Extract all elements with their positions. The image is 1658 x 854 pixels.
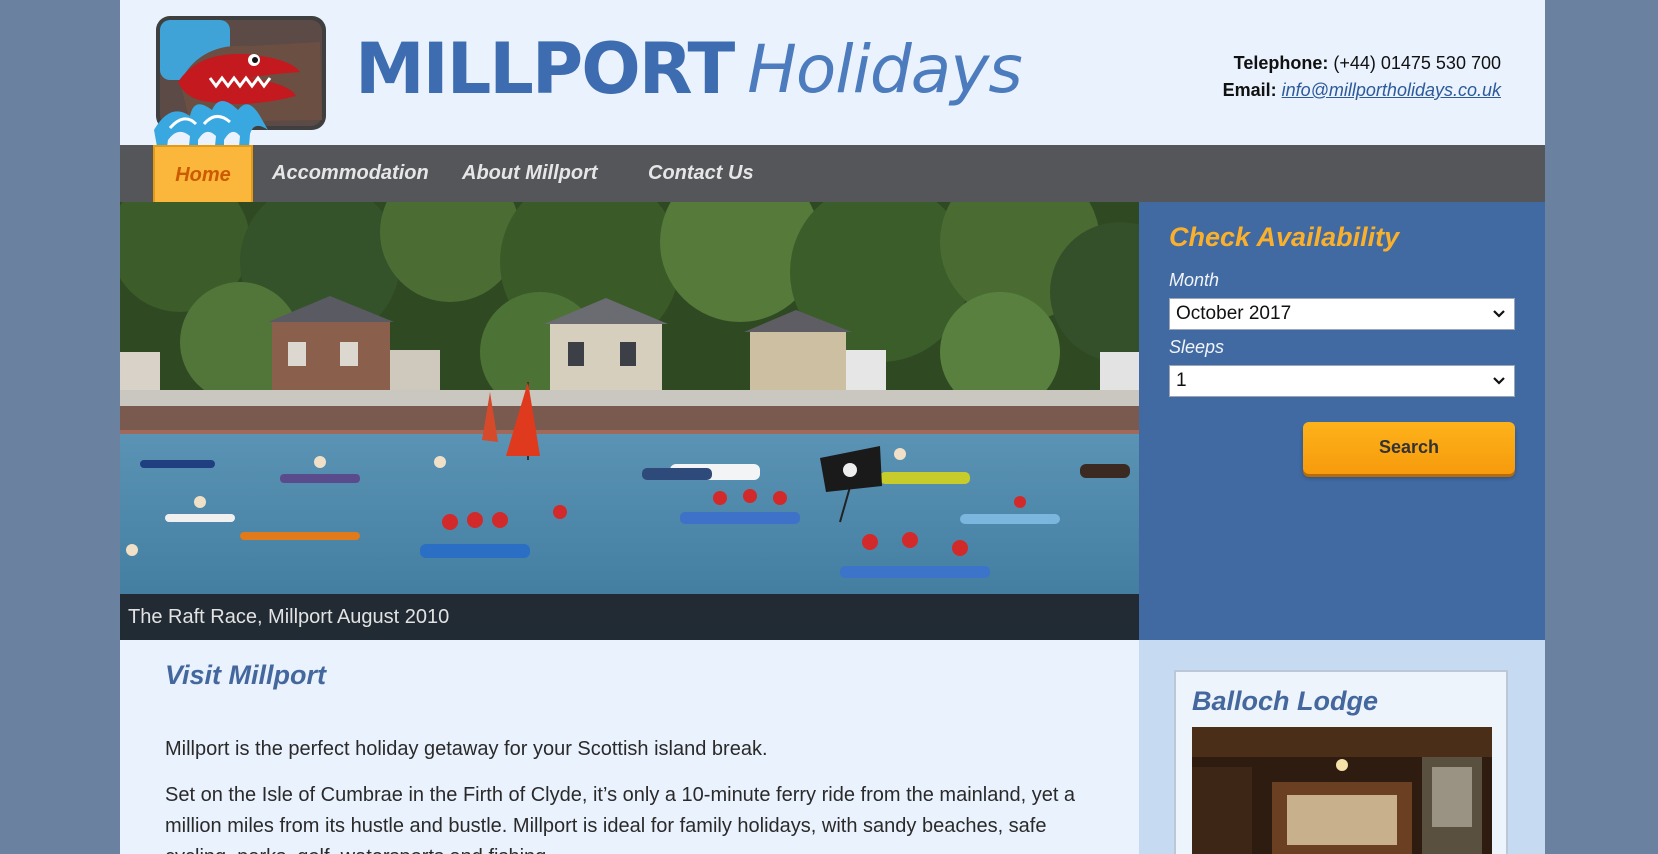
email-line: Email: info@millportholidays.co.uk [1223, 77, 1501, 104]
main-content: Visit Millport Millport is the perfect h… [165, 660, 1095, 854]
chevron-down-icon [1493, 377, 1505, 385]
brand-name-light: Holidays [747, 30, 1022, 108]
chevron-down-icon [1493, 310, 1505, 318]
availability-panel: Check Availability Month October 2017 Sl… [1139, 202, 1545, 640]
sleeps-label: Sleeps [1169, 337, 1225, 357]
page-container: MILLPORT Holidays Telephone: (+44) 01475 … [120, 0, 1545, 854]
month-label: Month [1169, 270, 1220, 290]
lodge-title[interactable]: Balloch Lodge [1192, 686, 1378, 717]
intro-paragraph: Millport is the perfect holiday getaway … [165, 738, 768, 760]
nav-item-about-millport[interactable]: About Millport [442, 145, 618, 202]
lodge-photo[interactable] [1192, 727, 1492, 854]
contact-details: Telephone: (+44) 01475 530 700 Email: in… [1223, 50, 1501, 104]
search-button[interactable]: Search [1303, 422, 1515, 474]
site-header: MILLPORT Holidays Telephone: (+44) 01475 … [120, 0, 1545, 160]
phone-value: (+44) 01475 530 700 [1333, 53, 1501, 73]
content-heading: Visit Millport [165, 660, 326, 690]
raft-race-photo [120, 202, 1139, 640]
crocodile-rock-icon[interactable] [150, 12, 332, 160]
brand-name-bold: MILLPORT [355, 28, 735, 110]
sidebar: Balloch Lodge [1139, 640, 1545, 854]
sleeps-select-value: 1 [1176, 370, 1187, 391]
availability-title: Check Availability [1169, 222, 1400, 252]
nav-item-accommodation[interactable]: Accommodation [252, 145, 449, 202]
email-link[interactable]: info@millportholidays.co.uk [1282, 80, 1501, 100]
hero-caption: The Raft Race, Millport August 2010 [120, 594, 1139, 640]
phone-label: Telephone: [1233, 53, 1329, 73]
nav-item-contact-us[interactable]: Contact Us [628, 145, 774, 202]
site-logo-text[interactable]: MILLPORT Holidays [355, 28, 1023, 128]
main-nav: Home Accommodation About Millport Contac… [120, 145, 1545, 202]
email-label: Email: [1222, 80, 1277, 100]
sleeps-select[interactable]: 1 [1169, 365, 1515, 397]
month-select-value: October 2017 [1176, 303, 1292, 324]
phone-line: Telephone: (+44) 01475 530 700 [1223, 50, 1501, 77]
month-select[interactable]: October 2017 [1169, 298, 1515, 330]
hero-image: The Raft Race, Millport August 2010 [120, 202, 1139, 640]
lodge-card[interactable]: Balloch Lodge [1174, 670, 1508, 854]
nav-item-home[interactable]: Home [153, 145, 253, 202]
lodge-interior-image [1192, 727, 1492, 854]
description-paragraph: Set on the Isle of Cumbrae in the Firth … [165, 784, 1076, 854]
